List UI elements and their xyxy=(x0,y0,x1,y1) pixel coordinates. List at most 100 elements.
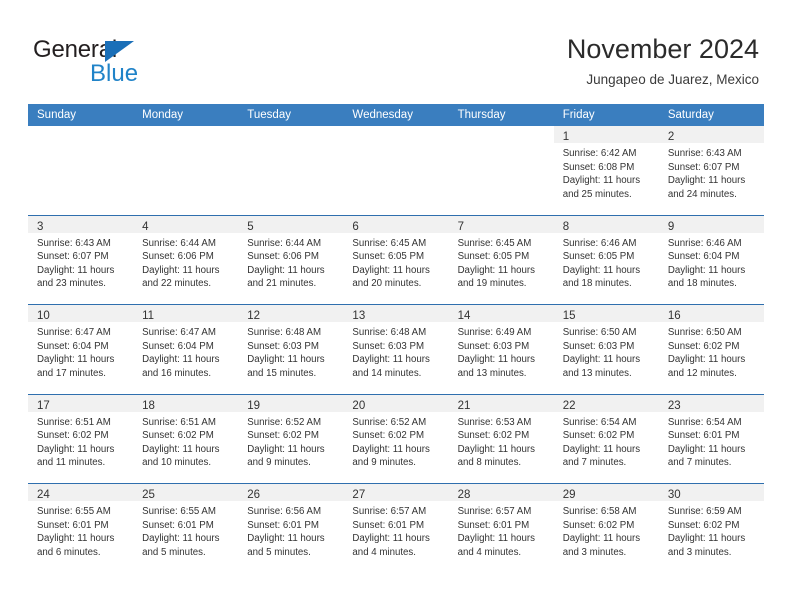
day-details: Sunrise: 6:57 AM Sunset: 6:01 PM Daylight:… xyxy=(343,501,448,559)
day-cell-inner: 28 Sunrise: 6:57 AM Sunset: 6:01 PM Dayligh… xyxy=(448,484,554,573)
calendar-day-cell[interactable]: 30 Sunrise: 6:59 AM Sunset: 6:02 PM Dayligh… xyxy=(658,483,764,573)
calendar-day-cell[interactable]: 11 Sunrise: 6:47 AM Sunset: 6:04 PM Dayligh… xyxy=(133,304,239,394)
day-cell-inner: 20 Sunrise: 6:52 AM Sunset: 6:02 PM Dayligh… xyxy=(343,394,449,484)
date-number: 11 xyxy=(142,310,155,322)
calendar-day-cell[interactable]: 29 Sunrise: 6:58 AM Sunset: 6:02 PM Dayligh… xyxy=(553,483,659,573)
daylight-text-line1: Daylight: 11 hours xyxy=(457,443,535,455)
page-subtitle: Jungapeo de Juarez, Mexico xyxy=(586,72,759,87)
calendar-day-cell[interactable]: 1 Sunrise: 6:42 AM Sunset: 6:08 PM Daylight… xyxy=(553,126,659,215)
sunset-text: Sunset: 6:04 PM xyxy=(142,340,214,352)
date-number: 8 xyxy=(562,220,570,233)
calendar-day-cell[interactable]: 24 Sunrise: 6:55 AM Sunset: 6:01 PM Dayligh… xyxy=(28,483,134,573)
calendar-day-cell[interactable]: 14 Sunrise: 6:49 AM Sunset: 6:03 PM Dayligh… xyxy=(448,304,554,394)
day-details: Sunrise: 6:48 AM Sunset: 6:03 PM Daylight:… xyxy=(343,322,448,380)
date-number-band: 6 xyxy=(343,215,449,233)
calendar-day-cell[interactable]: 13 Sunrise: 6:48 AM Sunset: 6:03 PM Dayligh… xyxy=(343,304,449,394)
day-details: Sunrise: 6:45 AM Sunset: 6:05 PM Daylight:… xyxy=(449,233,554,291)
daylight-text-line2: and 4 minutes. xyxy=(457,546,522,558)
calendar-week-row: 24 Sunrise: 6:55 AM Sunset: 6:01 PM Dayligh… xyxy=(28,483,764,573)
calendar-day-cell[interactable]: 6 Sunrise: 6:45 AM Sunset: 6:05 PM Daylight… xyxy=(343,215,449,305)
date-number-band: 12 xyxy=(238,305,344,322)
calendar-day-cell[interactable]: 12 Sunrise: 6:48 AM Sunset: 6:03 PM Dayligh… xyxy=(238,304,344,394)
daylight-text-line1: Daylight: 11 hours xyxy=(247,264,325,276)
daylight-text-line1: Daylight: 11 hours xyxy=(37,443,115,455)
daylight-text-line1: Daylight: 11 hours xyxy=(142,354,220,366)
daylight-text-line1: Daylight: 11 hours xyxy=(37,533,115,545)
date-number-band: 20 xyxy=(343,394,449,412)
daylight-text-line2: and 3 minutes. xyxy=(562,546,627,558)
daylight-text-line2: and 18 minutes. xyxy=(562,278,632,290)
day-details: Sunrise: 6:52 AM Sunset: 6:02 PM Daylight:… xyxy=(343,412,448,470)
date-number: 12 xyxy=(247,310,261,322)
date-number: 18 xyxy=(142,399,155,412)
day-details: Sunrise: 6:50 AM Sunset: 6:03 PM Daylight:… xyxy=(554,322,659,380)
title-block: November 2024 Jungapeo de Juarez, Mexico xyxy=(567,33,759,88)
calendar-day-cell[interactable]: 8 Sunrise: 6:46 AM Sunset: 6:05 PM Daylight… xyxy=(553,215,659,305)
weekday-header-monday: Monday xyxy=(133,104,239,126)
daylight-text-line1: Daylight: 11 hours xyxy=(562,354,641,366)
weekday-header-friday: Friday xyxy=(553,104,659,126)
day-cell-inner: 18 Sunrise: 6:51 AM Sunset: 6:02 PM Dayligh… xyxy=(133,394,239,484)
page-title: November 2024 xyxy=(566,34,759,64)
calendar-day-cell[interactable]: 18 Sunrise: 6:51 AM Sunset: 6:02 PM Dayligh… xyxy=(133,394,239,484)
daylight-text-line1: Daylight: 11 hours xyxy=(667,175,746,187)
sunset-text: Sunset: 6:05 PM xyxy=(352,251,425,263)
calendar-day-cell[interactable]: 21 Sunrise: 6:53 AM Sunset: 6:02 PM Dayligh… xyxy=(448,394,554,484)
sunrise-text: Sunrise: 6:45 AM xyxy=(352,237,427,249)
calendar-day-cell[interactable]: 2 Sunrise: 6:43 AM Sunset: 6:07 PM Daylight… xyxy=(658,126,764,215)
sunset-text: Sunset: 6:01 PM xyxy=(352,519,425,531)
calendar-day-cell[interactable]: 17 Sunrise: 6:51 AM Sunset: 6:02 PM Dayligh… xyxy=(28,394,134,484)
day-details: Sunrise: 6:53 AM Sunset: 6:02 PM Daylight:… xyxy=(449,412,554,470)
calendar-day-cell[interactable]: 26 Sunrise: 6:56 AM Sunset: 6:01 PM Dayligh… xyxy=(238,483,344,573)
calendar-day-cell[interactable]: 4 Sunrise: 6:44 AM Sunset: 6:06 PM Daylight… xyxy=(133,215,239,305)
calendar-week-row: 17 Sunrise: 6:51 AM Sunset: 6:02 PM Dayligh… xyxy=(28,394,764,484)
day-details: Sunrise: 6:44 AM Sunset: 6:06 PM Daylight:… xyxy=(133,233,238,291)
date-number-band: 24 xyxy=(28,484,134,501)
daylight-text-line2: and 17 minutes. xyxy=(37,367,106,379)
date-number-band: 23 xyxy=(658,394,764,412)
calendar-day-cell[interactable]: 19 Sunrise: 6:52 AM Sunset: 6:02 PM Dayligh… xyxy=(238,394,344,484)
sunset-text: Sunset: 6:01 PM xyxy=(37,519,109,531)
calendar-day-cell[interactable]: 22 Sunrise: 6:54 AM Sunset: 6:02 PM Dayligh… xyxy=(553,394,659,484)
generalblue-logo[interactable]: General Blue xyxy=(33,36,213,92)
date-number: 21 xyxy=(457,399,471,412)
sunset-text: Sunset: 6:02 PM xyxy=(457,430,530,442)
date-number: 29 xyxy=(562,489,576,501)
calendar-day-cell[interactable]: 10 Sunrise: 6:47 AM Sunset: 6:04 PM Dayligh… xyxy=(28,304,134,394)
calendar-day-cell[interactable]: 25 Sunrise: 6:55 AM Sunset: 6:01 PM Dayligh… xyxy=(133,483,239,573)
calendar-header-row: Sunday Monday Tuesday Wednesday Thursday… xyxy=(28,104,764,126)
day-cell-inner: 6 Sunrise: 6:45 AM Sunset: 6:05 PM Daylight… xyxy=(343,215,449,305)
daylight-text-line2: and 3 minutes. xyxy=(667,546,732,558)
day-cell-inner: 3 Sunrise: 6:43 AM Sunset: 6:07 PM Daylight… xyxy=(28,215,134,305)
calendar-day-cell[interactable]: 15 Sunrise: 6:50 AM Sunset: 6:03 PM Dayligh… xyxy=(553,304,659,394)
date-number: 6 xyxy=(352,220,359,233)
calendar-day-cell[interactable]: 5 Sunrise: 6:44 AM Sunset: 6:06 PM Daylight… xyxy=(238,215,344,305)
calendar-day-cell[interactable]: 20 Sunrise: 6:52 AM Sunset: 6:02 PM Dayligh… xyxy=(343,394,449,484)
daylight-text-line1: Daylight: 11 hours xyxy=(247,533,325,545)
sunset-text: Sunset: 6:02 PM xyxy=(562,430,635,442)
daylight-text-line1: Daylight: 11 hours xyxy=(667,264,746,276)
weekday-header-sunday: Sunday xyxy=(28,104,134,126)
calendar-day-cell[interactable]: 16 Sunrise: 6:50 AM Sunset: 6:02 PM Dayligh… xyxy=(658,304,764,394)
day-cell-inner: 22 Sunrise: 6:54 AM Sunset: 6:02 PM Dayligh… xyxy=(553,394,659,484)
date-number: 23 xyxy=(667,399,681,412)
daylight-text-line2: and 5 minutes. xyxy=(142,546,206,558)
sunset-text: Sunset: 6:04 PM xyxy=(37,340,109,352)
date-number: 3 xyxy=(37,220,44,233)
sunrise-text: Sunrise: 6:54 AM xyxy=(562,416,637,428)
calendar-day-cell[interactable]: 27 Sunrise: 6:57 AM Sunset: 6:01 PM Dayligh… xyxy=(343,483,449,573)
calendar-day-cell[interactable]: 9 Sunrise: 6:46 AM Sunset: 6:04 PM Daylight… xyxy=(658,215,764,305)
date-number-band: 9 xyxy=(658,215,764,233)
day-cell-inner: 19 Sunrise: 6:52 AM Sunset: 6:02 PM Dayligh… xyxy=(238,394,344,484)
day-cell-inner: 2 Sunrise: 6:43 AM Sunset: 6:07 PM Daylight… xyxy=(658,126,764,215)
calendar-day-cell[interactable]: 7 Sunrise: 6:45 AM Sunset: 6:05 PM Daylight… xyxy=(448,215,554,305)
calendar-day-cell[interactable]: 28 Sunrise: 6:57 AM Sunset: 6:01 PM Dayligh… xyxy=(448,483,554,573)
calendar-empty-cell xyxy=(28,126,134,215)
sunrise-text: Sunrise: 6:48 AM xyxy=(352,327,427,338)
daylight-text-line1: Daylight: 11 hours xyxy=(457,354,535,366)
calendar-day-cell[interactable]: 23 Sunrise: 6:54 AM Sunset: 6:01 PM Dayligh… xyxy=(658,394,764,484)
sunrise-text: Sunrise: 6:55 AM xyxy=(37,506,111,517)
sunrise-text: Sunrise: 6:45 AM xyxy=(457,237,532,249)
calendar-day-cell[interactable]: 3 Sunrise: 6:43 AM Sunset: 6:07 PM Daylight… xyxy=(28,215,134,305)
sunset-text: Sunset: 6:07 PM xyxy=(37,251,109,263)
